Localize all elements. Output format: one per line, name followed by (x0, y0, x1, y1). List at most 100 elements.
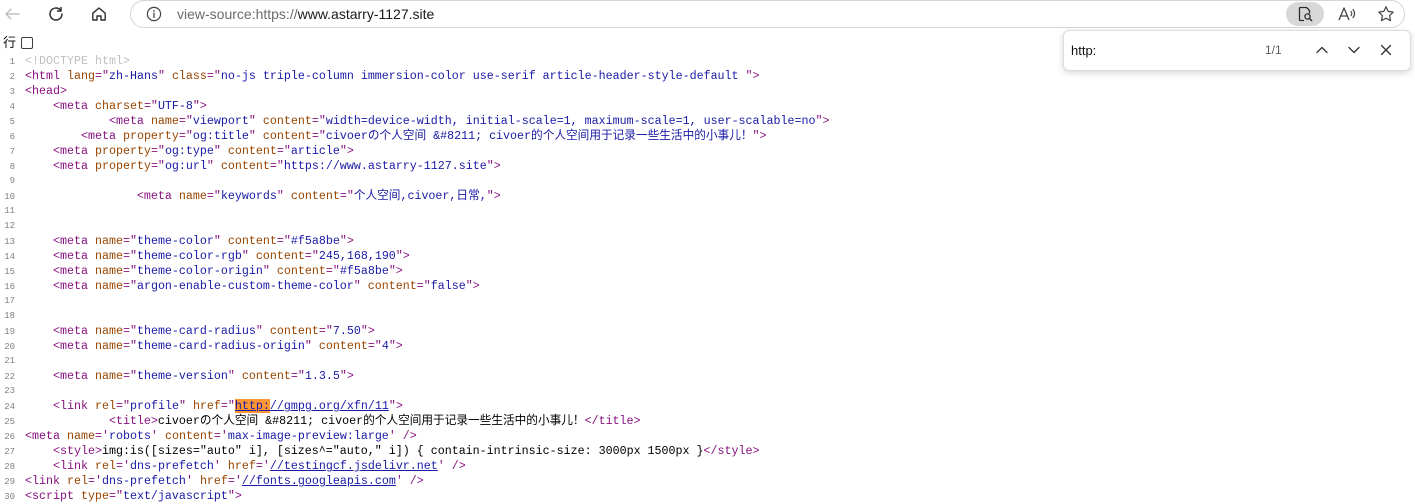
attribute-value: keywords (220, 189, 277, 203)
line-number: 6 (9, 132, 15, 142)
tag-markup: =' (87, 474, 102, 488)
line-wrap-control: 行 (3, 35, 43, 51)
tag-markup: "> (388, 264, 403, 278)
line-number: 13 (4, 237, 15, 247)
source-line: 25 <title>civoerの个人空间 &#8211; civoer的个人空… (0, 414, 1415, 429)
find-on-page-icon (1298, 6, 1313, 22)
site-info-button[interactable] (146, 6, 162, 22)
tag-markup: =" (318, 324, 333, 338)
attribute-value: no-js triple-column immersion-color use-… (220, 69, 746, 83)
attribute-name: name (94, 324, 123, 338)
attribute-name: name (66, 429, 95, 443)
tag-markup: =" (150, 159, 165, 173)
attribute-name: class (171, 69, 207, 83)
text-content (25, 324, 53, 338)
find-close-button[interactable] (1372, 36, 1400, 64)
attribute-value: #f5a8be (290, 234, 340, 248)
tag-markup: <link (25, 474, 67, 488)
reload-button[interactable] (42, 0, 70, 28)
favorite-button[interactable] (1374, 2, 1398, 26)
back-button[interactable] (0, 0, 26, 28)
line-number: 2 (9, 72, 15, 82)
tag-markup: =" (108, 489, 123, 503)
tag-markup: <title> (108, 414, 158, 428)
find-input[interactable]: http: 1/1 (1064, 31, 1300, 70)
resource-link[interactable]: //fonts.googleapis.com (242, 474, 396, 488)
tag-markup: =' (227, 474, 242, 488)
attribute-name: href (227, 459, 256, 473)
line-number: 8 (9, 162, 15, 172)
source-line: 26 <meta name='robots' content='max-image… (0, 429, 1415, 444)
tag-markup: " (227, 369, 242, 383)
tag-markup: "> (339, 369, 354, 383)
close-icon (1380, 44, 1392, 56)
tag-markup: <meta (52, 99, 95, 113)
tag-markup: " (178, 399, 193, 413)
tag-markup: " (262, 264, 277, 278)
find-match-highlight[interactable]: http: (234, 399, 270, 413)
doctype-declaration: <!DOCTYPE html> (25, 54, 130, 68)
find-query-text: http: (1071, 43, 1097, 58)
source-line: 16 <meta name="argon-enable-custom-theme… (0, 279, 1415, 294)
home-button[interactable] (85, 0, 113, 28)
tag-markup: " (213, 144, 228, 158)
attribute-value: theme-version (136, 369, 228, 383)
source-line: 10 <meta name="keywords" content="个人空间,c… (0, 189, 1415, 204)
line-wrap-checkbox[interactable] (21, 37, 33, 49)
attribute-name: property (94, 144, 151, 158)
text-content (25, 144, 53, 158)
attribute-name: charset (94, 99, 144, 113)
text-content (25, 129, 81, 143)
line-number: 18 (4, 311, 15, 321)
tag-markup: <meta (25, 429, 67, 443)
find-on-page-button[interactable] (1286, 2, 1324, 26)
tag-markup: "> (388, 339, 403, 353)
tag-markup: <head> (25, 84, 67, 98)
resource-link[interactable]: //gmpg.org/xfn/11 (270, 399, 389, 413)
attribute-name: name (178, 189, 207, 203)
tag-markup: <meta (52, 279, 95, 293)
attribute-value: theme-card-radius (136, 324, 256, 338)
line-content: <meta name="theme-version" content="1.3.… (25, 369, 354, 384)
find-previous-button[interactable] (1308, 36, 1336, 64)
text-content (25, 459, 53, 473)
source-line: 5 <meta name="viewport" content="width=d… (0, 114, 1415, 129)
line-number: 29 (4, 477, 15, 487)
tag-markup: "> (360, 324, 375, 338)
tag-markup: <link (52, 399, 95, 413)
line-number: 25 (4, 417, 15, 427)
tag-markup: "> (486, 189, 501, 203)
attribute-name: content (262, 129, 312, 143)
line-number: 16 (4, 282, 15, 292)
resource-link[interactable]: //testingcf.jsdelivr.net (270, 459, 438, 473)
line-content: <meta property="og:url" content="https:/… (25, 159, 501, 174)
source-line: 9 (0, 174, 1415, 189)
tag-markup: <meta (108, 114, 151, 128)
attribute-value: text/javascript (122, 489, 228, 503)
line-number: 9 (9, 176, 15, 186)
attribute-value: og:type (164, 144, 214, 158)
attribute-value: 个人空间,civoer,日常, (353, 189, 487, 203)
source-line: 12 (0, 219, 1415, 234)
line-number: 22 (4, 372, 15, 382)
tag-markup: "> (465, 279, 480, 293)
text-content (25, 114, 109, 128)
line-content: <!DOCTYPE html> (25, 54, 130, 69)
text-content (25, 279, 53, 293)
attribute-value: theme-card-radius-origin (136, 339, 305, 353)
tag-markup: "> (815, 114, 830, 128)
url-text[interactable]: view-source:https://www.astarry-1127.sit… (177, 1, 434, 27)
attribute-name: href (199, 474, 228, 488)
tag-markup: =' (115, 459, 130, 473)
find-next-button[interactable] (1340, 36, 1368, 64)
line-content: <link rel='dns-prefetch' href='//testing… (25, 459, 466, 474)
source-line: 4 <meta charset="UTF-8"> (0, 99, 1415, 114)
line-number: 5 (9, 117, 15, 127)
tag-markup: " (248, 129, 263, 143)
address-bar[interactable]: view-source:https://www.astarry-1127.sit… (130, 0, 1405, 28)
find-match-count: 1/1 (1265, 43, 1282, 57)
tag-markup: " (353, 279, 368, 293)
line-content: <style>img:is([sizes="auto" i], [sizes^=… (25, 444, 760, 459)
tag-markup: <meta (52, 144, 95, 158)
read-aloud-button[interactable] (1335, 2, 1359, 26)
